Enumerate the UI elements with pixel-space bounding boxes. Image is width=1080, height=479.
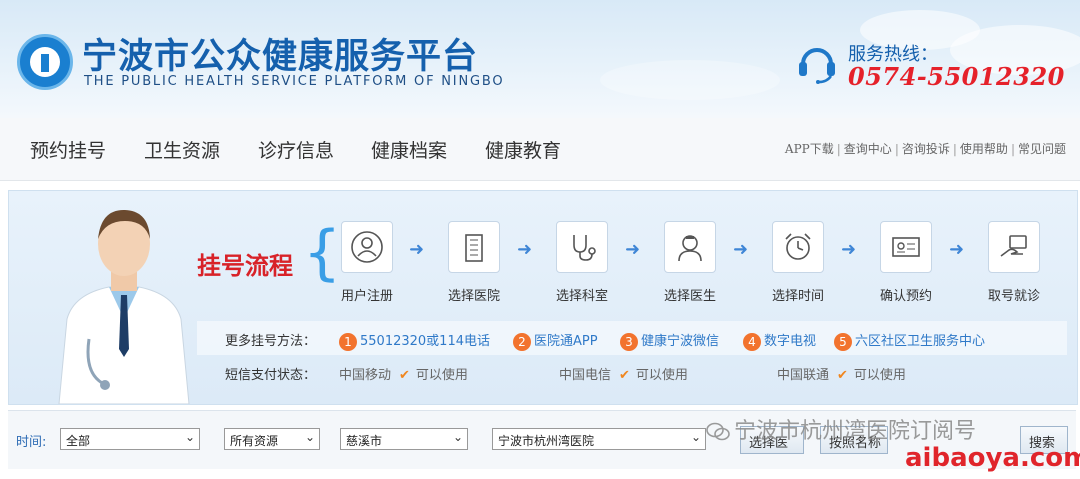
step-label: 取号就诊 [987, 289, 1040, 304]
resource-select[interactable]: 所有资源 ⌄ [224, 428, 320, 450]
logo-mark [41, 54, 49, 72]
step-select-department[interactable]: 选择科室 [527, 221, 637, 304]
chevron-down-icon: ⌄ [304, 430, 315, 444]
nav-item-health-resources[interactable]: 卫生资源 [144, 136, 220, 163]
step-select-doctor[interactable]: 选择医生 [635, 221, 745, 304]
step-select-hospital[interactable]: 选择医院 [419, 221, 529, 304]
registration-methods: 更多挂号方法： 1 55012320或114电话 2 医院通APP 3 健康宁波微信 … [197, 321, 1067, 355]
method-app[interactable]: 2 医院通APP [513, 330, 598, 351]
doctor-illustration [58, 209, 190, 404]
chevron-down-icon: ⌄ [452, 430, 463, 444]
stethoscope-icon [556, 221, 608, 273]
link-query-center[interactable]: 查询中心 [844, 142, 892, 156]
top-links: APP下载 | 查询中心 | 咨询投诉 | 使用帮助 | 常见问题 [784, 142, 1066, 156]
methods-label: 更多挂号方法： [225, 334, 317, 349]
carrier-unicom: 中国联通 ✔ 可以使用 [777, 368, 906, 383]
step-label: 选择医院 [447, 289, 500, 304]
step-select-time[interactable]: 选择时间 [743, 221, 853, 304]
nav-item-health-records[interactable]: 健康档案 [371, 136, 447, 163]
check-icon: ✔ [399, 368, 410, 383]
user-icon [341, 221, 393, 273]
nav-item-health-education[interactable]: 健康教育 [485, 136, 561, 163]
wechat-account-watermark: 宁波市杭州湾医院订阅号 [706, 413, 976, 445]
chevron-down-icon: ⌄ [690, 430, 701, 444]
check-icon: ✔ [619, 368, 630, 383]
step-label: 用户注册 [340, 289, 393, 304]
time-select[interactable]: 全部 ⌄ [60, 428, 200, 450]
site-title: 宁波市公众健康服务平台 [82, 37, 479, 77]
link-help[interactable]: 使用帮助 [960, 142, 1008, 156]
step-label: 选择科室 [555, 289, 608, 304]
step-label: 选择时间 [771, 289, 824, 304]
wechat-icon [706, 422, 730, 441]
step-get-ticket[interactable]: 取号就诊 [959, 221, 1069, 304]
method-wechat[interactable]: 3 健康宁波微信 [620, 330, 719, 351]
nav-item-appointment[interactable]: 预约挂号 [30, 136, 106, 163]
city-select[interactable]: 慈溪市 ⌄ [340, 428, 468, 450]
link-complaints[interactable]: 咨询投诉 [902, 142, 950, 156]
link-app-download[interactable]: APP下载 [785, 142, 834, 156]
doctor-icon [664, 221, 716, 273]
alarm-clock-icon [772, 221, 824, 273]
headset-icon [799, 48, 835, 84]
main-nav: 预约挂号 卫生资源 诊疗信息 健康档案 健康教育 APP下载 | 查询中心 | 咨询投诉… [0, 118, 1080, 181]
step-label: 确认预约 [879, 289, 932, 304]
check-icon: ✔ [837, 368, 848, 383]
nav-item-treatment-info[interactable]: 诊疗信息 [258, 136, 334, 163]
hospital-select[interactable]: 宁波市杭州湾医院 ⌄ [492, 428, 706, 450]
sms-label: 短信支付状态： [225, 368, 317, 383]
link-faq[interactable]: 常见问题 [1018, 142, 1066, 156]
site-subtitle: THE PUBLIC HEALTH SERVICE PLATFORM OF NI… [84, 74, 505, 89]
time-label: 时间: [16, 435, 47, 450]
hand-card-icon [988, 221, 1040, 273]
site-header: 宁波市公众健康服务平台 THE PUBLIC HEALTH SERVICE PL… [0, 0, 1080, 118]
method-phone[interactable]: 1 55012320或114电话 [339, 330, 490, 351]
chevron-down-icon: ⌄ [184, 430, 195, 444]
id-card-icon [880, 221, 932, 273]
method-digital-tv[interactable]: 4 数字电视 [743, 330, 816, 351]
step-confirm[interactable]: 确认预约 [851, 221, 961, 304]
hospital-building-icon [448, 221, 500, 273]
carrier-mobile: 中国移动 ✔ 可以使用 [339, 368, 468, 383]
site-logo[interactable] [17, 34, 73, 90]
registration-banner: 挂号流程 { 用户注册 ➜ 选择医院 ➜ 选择科室 ➜ 选择医生 ➜ 选择时间 … [8, 190, 1078, 405]
step-label: 选择医生 [663, 289, 716, 304]
hotline-number: 0574-55012320 [848, 62, 1065, 91]
sms-payment-status: 短信支付状态： 中国移动 ✔ 可以使用 中国电信 ✔ 可以使用 中国联通 ✔ 可以使用 [197, 359, 1067, 389]
carrier-telecom: 中国电信 ✔ 可以使用 [559, 368, 688, 383]
method-community-center[interactable]: 5 六区社区卫生服务中心 [834, 330, 985, 351]
step-register[interactable]: 用户注册 [312, 221, 422, 304]
site-url-watermark: aibaoya.com [905, 443, 1080, 473]
flow-title: 挂号流程 [197, 252, 293, 280]
